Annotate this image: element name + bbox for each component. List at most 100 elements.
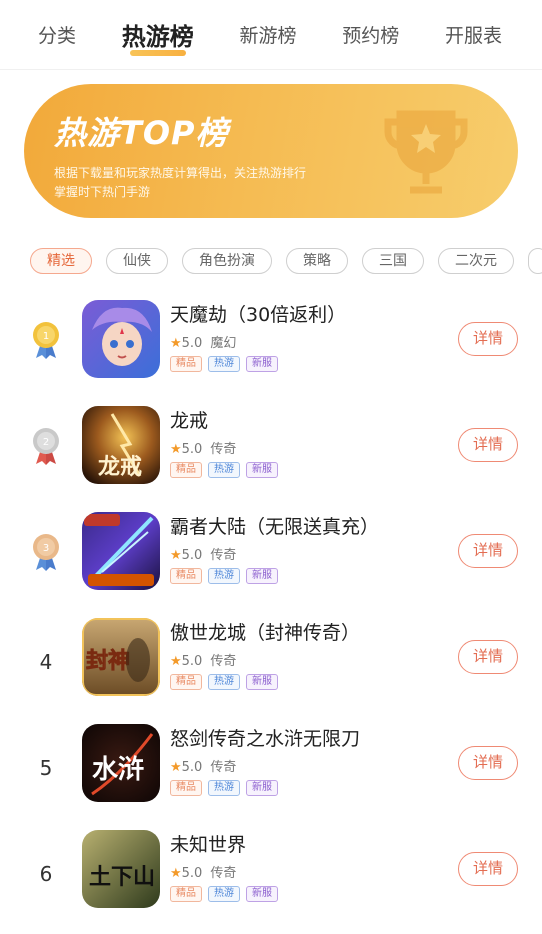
game-icon[interactable]: 龙戒 [82, 406, 160, 484]
game-meta: ★5.0 传奇 [170, 438, 236, 457]
gold-medal-icon: 1 [33, 322, 59, 359]
tag-hot: 热游 [208, 886, 240, 902]
tag-premium: 精品 [170, 780, 202, 796]
svg-text:2: 2 [43, 437, 49, 448]
chip-xianxia[interactable]: 仙侠 [106, 248, 168, 274]
banner-title: 热游TOP榜 [54, 114, 229, 152]
detail-button[interactable]: 详情 [458, 428, 518, 462]
game-genre: 传奇 [210, 442, 237, 457]
tag-new-server: 新服 [246, 886, 278, 902]
game-score: 5.0 [181, 654, 203, 669]
star-icon: ★ [170, 442, 182, 457]
game-meta: ★5.0 传奇 [170, 756, 236, 775]
silver-medal-icon: 2 [33, 428, 59, 465]
tag-premium: 精品 [170, 462, 202, 478]
game-meta: ★5.0 传奇 [170, 544, 236, 563]
rank-number: 4 [39, 650, 53, 674]
star-icon: ★ [170, 866, 182, 881]
game-genre: 传奇 [210, 866, 237, 881]
game-row[interactable]: 6 土下山 未知世界 ★5.0 传奇 精品 热游 新服 详情 [0, 820, 542, 926]
game-row[interactable]: 1 天魔劫（30倍返利） ★5.0 魔幻 精品 热游 新服 详情 [0, 290, 542, 396]
game-row[interactable]: 2 龙戒 龙戒 ★5.0 传奇 精品 热游 新服 详情 [0, 396, 542, 502]
tab-category[interactable]: 分类 [38, 21, 76, 48]
game-score: 5.0 [181, 760, 203, 775]
tag-premium: 精品 [170, 674, 202, 690]
game-tags: 精品 热游 新服 [170, 886, 278, 902]
star-icon: ★ [170, 336, 182, 351]
chip-strategy[interactable]: 策略 [286, 248, 348, 274]
hot-top-banner[interactable]: 热游TOP榜 根据下载量和玩家热度计算得出，关注热游排行掌握时下热门手游 [24, 84, 518, 218]
game-meta: ★5.0 传奇 [170, 862, 236, 881]
svg-text:龙戒: 龙戒 [98, 454, 142, 480]
game-name[interactable]: 未知世界 [170, 830, 246, 857]
game-tags: 精品 热游 新服 [170, 780, 278, 796]
detail-button[interactable]: 详情 [458, 640, 518, 674]
game-genre: 传奇 [210, 548, 237, 563]
game-genre: 传奇 [210, 654, 237, 669]
bronze-medal-icon: 3 [33, 534, 59, 571]
chip-anime[interactable]: 二次元 [438, 248, 514, 274]
game-row[interactable]: 3 霸者大陆（无限送真充） ★5.0 传奇 精品 热游 新服 详情 [0, 502, 542, 608]
tab-new-games[interactable]: 新游榜 [239, 21, 296, 48]
detail-button[interactable]: 详情 [458, 322, 518, 356]
game-score: 5.0 [181, 866, 203, 881]
tag-premium: 精品 [170, 356, 202, 372]
tag-hot: 热游 [208, 568, 240, 584]
star-icon: ★ [170, 760, 182, 775]
rank-number: 6 [39, 862, 53, 886]
tab-server-schedule[interactable]: 开服表 [445, 21, 502, 48]
tag-hot: 热游 [208, 780, 240, 796]
game-icon[interactable]: 封神 [82, 618, 160, 696]
chip-more[interactable] [528, 248, 542, 274]
trophy-icon [384, 110, 468, 194]
detail-button[interactable]: 详情 [458, 852, 518, 886]
game-name[interactable]: 傲世龙城（封神传奇） [170, 618, 360, 645]
chip-rpg[interactable]: 角色扮演 [182, 248, 272, 274]
svg-text:水浒: 水浒 [92, 754, 144, 785]
game-icon[interactable]: 土下山 [82, 830, 160, 908]
tab-hot-games[interactable]: 热游榜 [122, 17, 194, 52]
tag-new-server: 新服 [246, 356, 278, 372]
banner-description: 根据下载量和玩家热度计算得出，关注热游排行掌握时下热门手游 [54, 166, 307, 199]
game-genre: 魔幻 [210, 336, 237, 351]
tag-hot: 热游 [208, 356, 240, 372]
detail-button[interactable]: 详情 [458, 534, 518, 568]
category-filter-bar: 精选 仙侠 角色扮演 策略 三国 二次元 [30, 248, 542, 278]
game-tags: 精品 热游 新服 [170, 462, 278, 478]
game-row[interactable]: 5 水浒 怒剑传奇之水浒无限刀 ★5.0 传奇 精品 热游 新服 详情 [0, 714, 542, 820]
game-name[interactable]: 龙戒 [170, 406, 208, 433]
tab-preorder[interactable]: 预约榜 [342, 21, 399, 48]
star-icon: ★ [170, 548, 182, 563]
game-icon[interactable] [82, 300, 160, 378]
tag-hot: 热游 [208, 462, 240, 478]
tag-new-server: 新服 [246, 568, 278, 584]
game-tags: 精品 热游 新服 [170, 674, 278, 690]
tag-hot: 热游 [208, 674, 240, 690]
game-name[interactable]: 天魔劫（30倍返利） [170, 300, 346, 327]
top-tab-bar: 分类 热游榜 新游榜 预约榜 开服表 [0, 0, 542, 70]
game-score: 5.0 [181, 548, 203, 563]
svg-text:1: 1 [43, 331, 49, 342]
game-name[interactable]: 霸者大陆（无限送真充） [170, 512, 379, 539]
tag-premium: 精品 [170, 886, 202, 902]
tag-premium: 精品 [170, 568, 202, 584]
chip-three-kingdoms[interactable]: 三国 [362, 248, 424, 274]
game-row[interactable]: 4 封神 傲世龙城（封神传奇） ★5.0 传奇 精品 热游 新服 详情 [0, 608, 542, 714]
game-icon[interactable] [82, 512, 160, 590]
game-meta: ★5.0 魔幻 [170, 332, 236, 351]
game-tags: 精品 热游 新服 [170, 356, 278, 372]
tag-new-server: 新服 [246, 780, 278, 796]
game-tags: 精品 热游 新服 [170, 568, 278, 584]
rank-number: 5 [39, 756, 53, 780]
svg-text:3: 3 [43, 543, 49, 554]
game-genre: 传奇 [210, 760, 237, 775]
game-name[interactable]: 怒剑传奇之水浒无限刀 [170, 724, 360, 751]
game-meta: ★5.0 传奇 [170, 650, 236, 669]
game-score: 5.0 [181, 442, 203, 457]
game-icon[interactable]: 水浒 [82, 724, 160, 802]
detail-button[interactable]: 详情 [458, 746, 518, 780]
chip-featured[interactable]: 精选 [30, 248, 92, 274]
tag-new-server: 新服 [246, 674, 278, 690]
tag-new-server: 新服 [246, 462, 278, 478]
svg-text:土下山: 土下山 [89, 864, 155, 890]
